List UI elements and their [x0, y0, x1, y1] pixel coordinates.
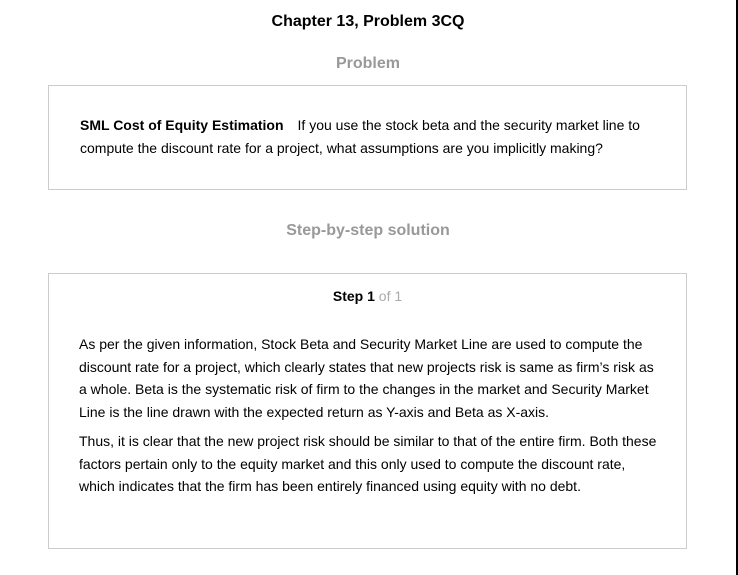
solution-body: As per the given information, Stock Beta…	[79, 333, 659, 505]
step-word: Step	[332, 288, 364, 304]
step-number: 1	[367, 288, 375, 304]
problem-box: SML Cost of Equity Estimation If you use …	[48, 85, 687, 190]
chapter-title: Chapter 13, Problem 3CQ	[271, 13, 465, 30]
step-indicator: Step 1 of 1	[49, 287, 686, 305]
step-total: of 1	[378, 288, 403, 304]
problem-statement: SML Cost of Equity Estimation If you use …	[80, 114, 670, 160]
problem-topic: SML Cost of Equity Estimation	[80, 117, 284, 133]
solution-heading: Step-by-step solution	[286, 222, 450, 239]
solution-paragraph: Thus, it is clear that the new project r…	[79, 433, 657, 494]
solution-box: Step 1 of 1 As per the given information…	[48, 273, 687, 549]
problem-heading: Problem	[335, 55, 400, 72]
solution-paragraph: As per the given information, Stock Beta…	[79, 336, 654, 420]
